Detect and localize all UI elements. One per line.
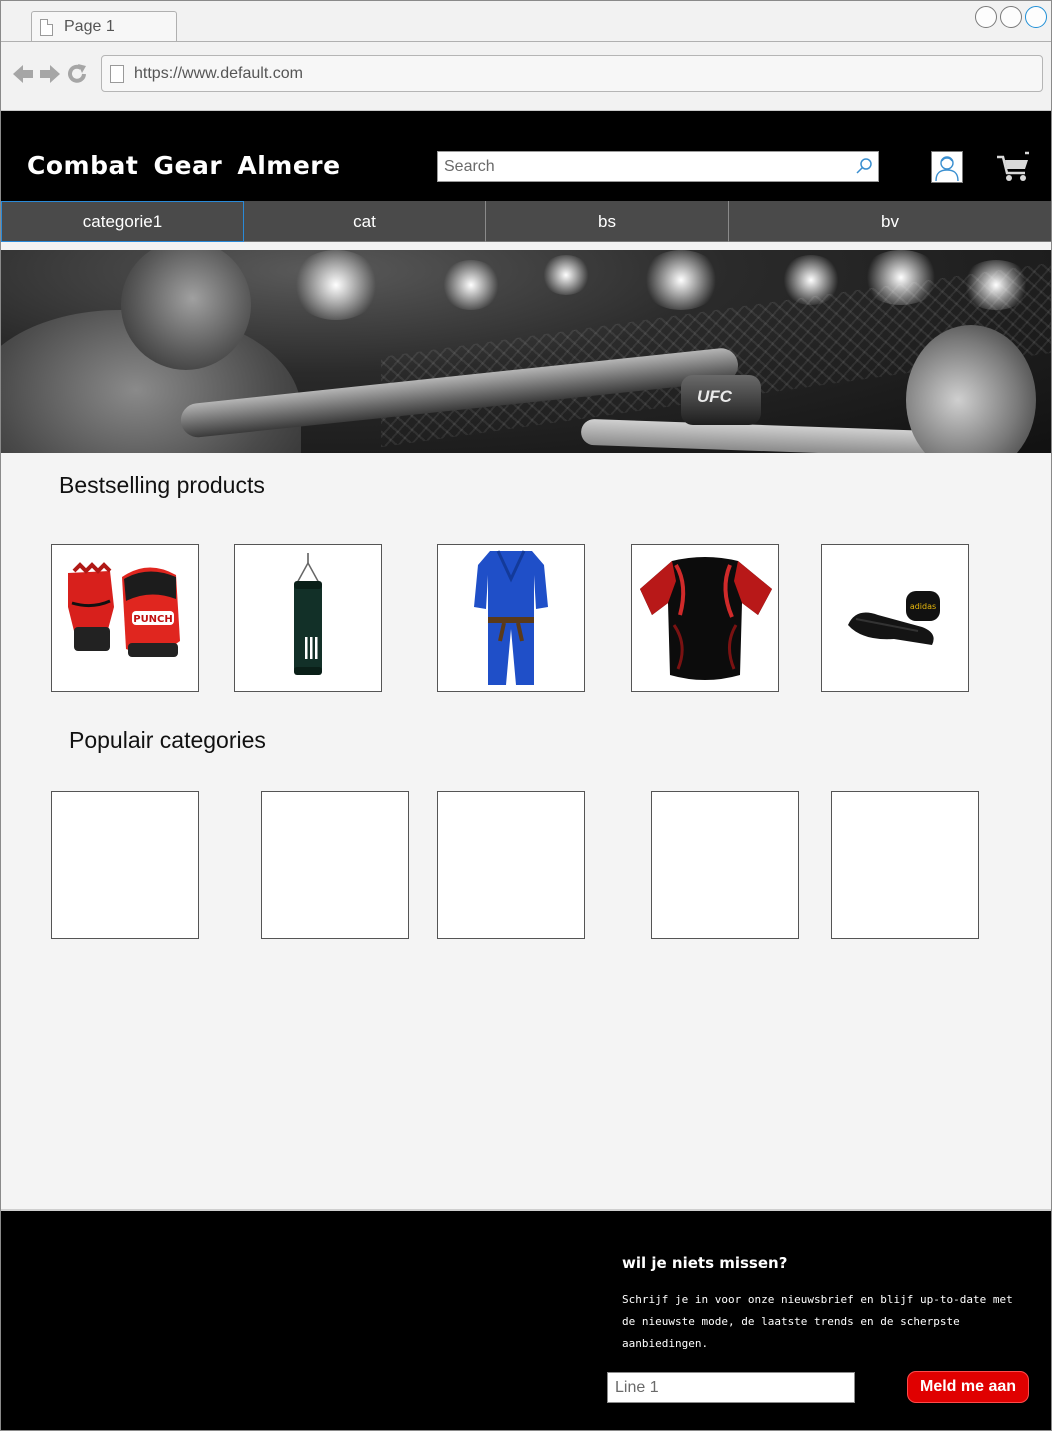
category-card[interactable] xyxy=(437,791,585,939)
newsletter-email-input[interactable] xyxy=(607,1372,855,1403)
shopping-cart-icon[interactable] xyxy=(995,151,1031,183)
mma-gloves-image: PUNCH xyxy=(68,562,180,657)
hero-banner: UFC xyxy=(1,250,1051,453)
product-card-punching-bag[interactable] xyxy=(234,544,382,692)
arena-light xyxy=(641,250,721,310)
subscribe-button[interactable]: Meld me aan xyxy=(907,1371,1029,1403)
navigation-buttons xyxy=(11,62,89,86)
window-controls xyxy=(975,6,1047,28)
category-card[interactable] xyxy=(651,791,799,939)
glove-brand-label: PUNCH xyxy=(133,614,173,625)
address-bar[interactable]: https://www.default.com xyxy=(101,55,1043,92)
product-card-judo-gi[interactable] xyxy=(437,544,585,692)
page-icon xyxy=(110,65,124,83)
search-input[interactable] xyxy=(438,152,848,181)
product-card-mma-gloves[interactable]: PUNCH xyxy=(51,544,199,692)
category-tab-cat[interactable]: cat xyxy=(244,201,486,242)
newsletter-title: wil je niets missen? xyxy=(622,1254,788,1272)
reload-icon[interactable] xyxy=(65,62,89,86)
url-text: https://www.default.com xyxy=(134,65,303,82)
arena-light xyxy=(441,260,501,310)
arena-light xyxy=(541,255,591,295)
arena-light xyxy=(291,250,381,320)
forward-arrow-icon[interactable] xyxy=(38,63,62,85)
product-card-hand-wraps[interactable]: adidas xyxy=(821,544,969,692)
category-tab-bs[interactable]: bs xyxy=(486,201,729,242)
browser-chrome: Page 1 https://www.default.com xyxy=(1,1,1051,111)
judo-gi-image xyxy=(474,550,548,685)
newsletter-text: Schrijf je in voor onze nieuwsbrief en b… xyxy=(622,1293,1013,1350)
minimize-button[interactable] xyxy=(975,6,997,28)
category-card[interactable] xyxy=(261,791,409,939)
back-arrow-icon[interactable] xyxy=(11,63,35,85)
page-icon xyxy=(40,19,53,36)
browser-window: Page 1 https://www.default.com Combat Ge… xyxy=(0,0,1052,1431)
browser-tab[interactable]: Page 1 xyxy=(31,11,177,42)
fight-glove: UFC xyxy=(681,375,761,425)
bestselling-title: Bestselling products xyxy=(59,472,265,498)
glove-logo: UFC xyxy=(697,387,732,406)
site-header: Combat Gear Almere xyxy=(1,111,1051,201)
category-tab-bv[interactable]: bv xyxy=(729,201,1051,242)
category-nav: categorie1 cat bs bv xyxy=(1,201,1051,242)
hand-wraps-image: adidas xyxy=(848,591,940,645)
site-logo[interactable]: Combat Gear Almere xyxy=(27,151,341,180)
tab-strip-divider xyxy=(1,41,1051,42)
search-icon[interactable] xyxy=(854,156,874,176)
product-card-rashguard-shirt[interactable] xyxy=(631,544,779,692)
site-footer: wil je niets missen? Schrijf je in voor … xyxy=(1,1209,1051,1430)
rashguard-image xyxy=(640,557,772,680)
search-box xyxy=(437,151,879,182)
close-button[interactable] xyxy=(1025,6,1047,28)
popular-categories-title: Populair categories xyxy=(69,727,266,753)
category-tab-categorie1[interactable]: categorie1 xyxy=(1,201,244,242)
fighter-arm xyxy=(580,418,942,453)
user-account-icon[interactable] xyxy=(931,151,963,183)
category-card[interactable] xyxy=(51,791,199,939)
svg-text:adidas: adidas xyxy=(910,602,936,611)
tab-title: Page 1 xyxy=(64,18,115,35)
maximize-button[interactable] xyxy=(1000,6,1022,28)
punching-bag-image xyxy=(294,553,322,675)
category-card[interactable] xyxy=(831,791,979,939)
